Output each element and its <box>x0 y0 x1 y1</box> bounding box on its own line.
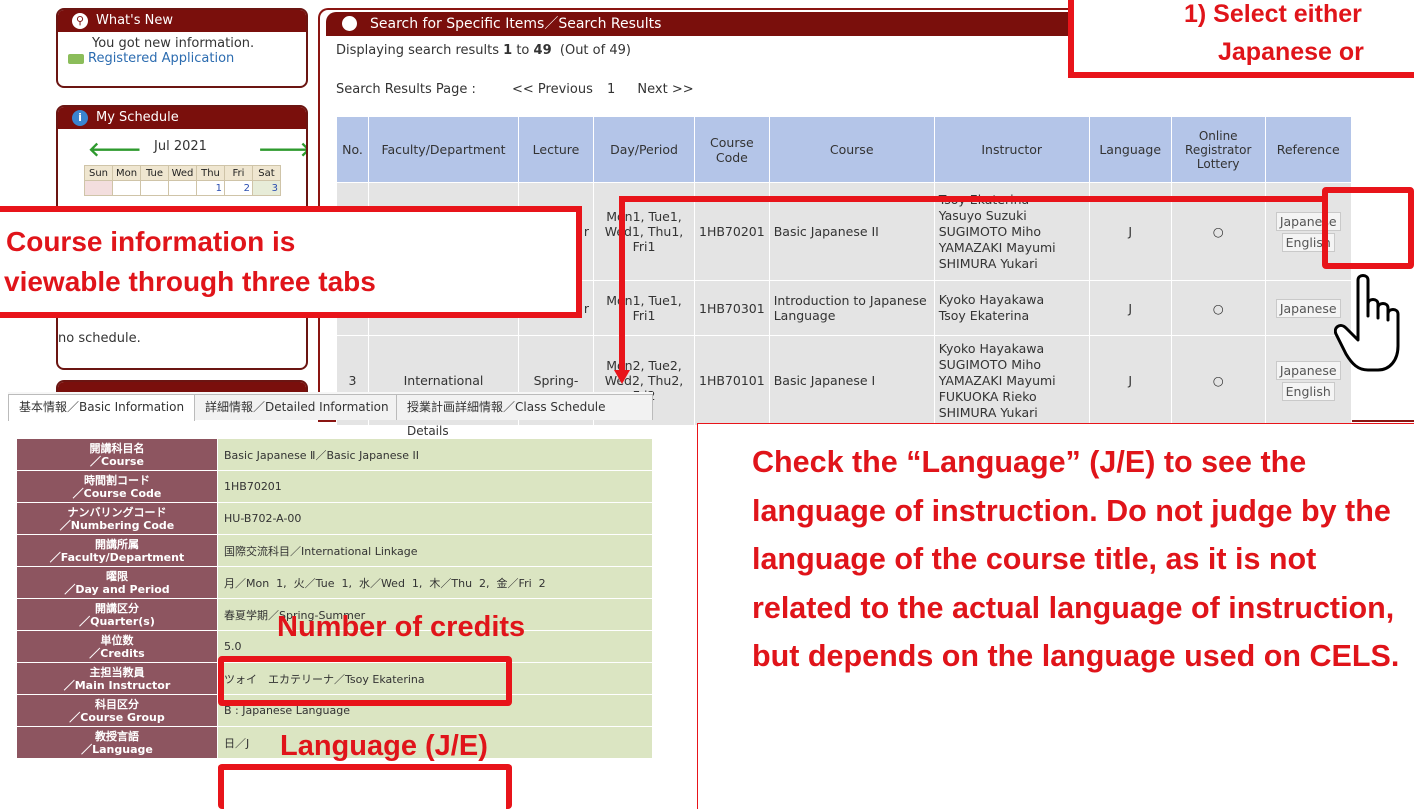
language-annotation: Language (J/E) <box>280 730 488 762</box>
credits-highlight <box>218 656 512 706</box>
credits-annotation: Number of credits <box>277 611 526 643</box>
tabs-callout <box>0 206 582 318</box>
tabs-callout-line1: Course information is <box>6 226 296 257</box>
pointer-hand-icon <box>1334 274 1400 372</box>
arrow-line <box>619 196 1322 372</box>
tabs-callout-line2: viewable through three tabs <box>4 266 376 297</box>
language-note-text: Check the “Language” (J/E) to see the la… <box>752 445 1400 673</box>
language-highlight <box>218 764 512 809</box>
arrow-head <box>614 370 630 384</box>
